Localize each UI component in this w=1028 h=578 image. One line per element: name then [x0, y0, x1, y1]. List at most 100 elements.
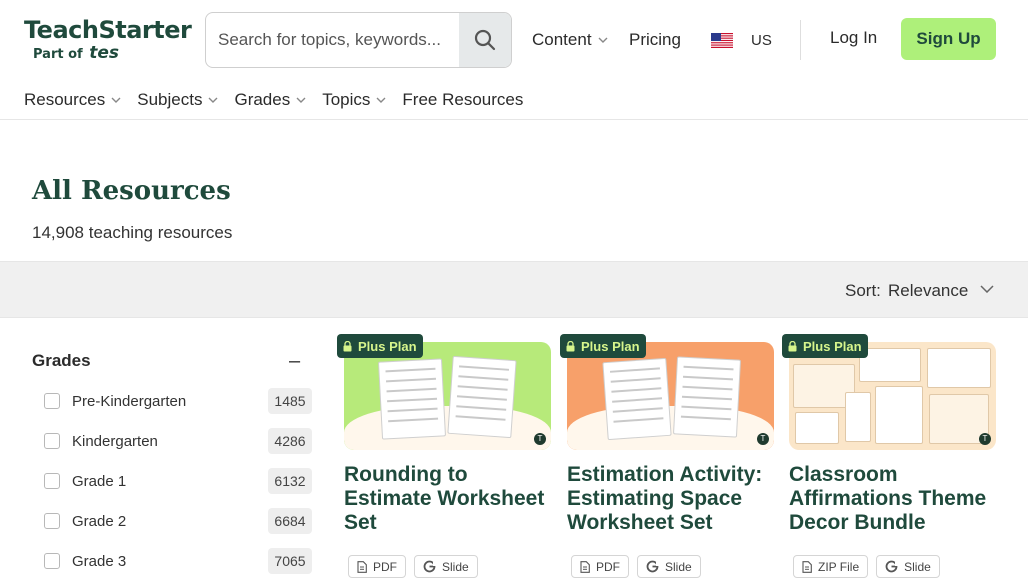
card-title[interactable]: Classroom Affirmations Theme Decor Bundl…: [789, 463, 996, 535]
main-nav-topics[interactable]: Topics: [322, 90, 386, 110]
worksheet-preview: [602, 357, 672, 441]
filter-option[interactable]: Grade 3 7065: [44, 548, 312, 574]
resource-card[interactable]: T Plus Plan Classroom Affirmations Theme…: [782, 334, 996, 578]
signup-button[interactable]: Sign Up: [901, 18, 996, 60]
resource-card[interactable]: T Plus Plan Rounding to Estimate Workshe…: [337, 334, 551, 578]
google-icon: [423, 560, 436, 573]
filter-checkbox[interactable]: [44, 393, 60, 409]
format-slide: Slide: [876, 555, 940, 578]
worksheet-preview: [673, 356, 741, 438]
teachstarter-mark-icon: T: [757, 433, 769, 445]
nav-pricing-label: Pricing: [629, 30, 681, 49]
sort-label: Sort:: [845, 281, 881, 300]
card-title[interactable]: Estimation Activity: Estimating Space Wo…: [567, 463, 774, 535]
filter-label: Pre-Kindergarten: [72, 392, 187, 410]
main-nav-free-resources[interactable]: Free Resources: [402, 90, 523, 110]
filter-option[interactable]: Pre-Kindergarten 1485: [44, 388, 312, 414]
main-nav-label: Topics: [322, 90, 371, 109]
main-nav-grades[interactable]: Grades: [234, 90, 306, 110]
resource-thumbnail[interactable]: T: [344, 342, 551, 450]
format-label: PDF: [373, 559, 397, 574]
file-icon: [580, 560, 590, 573]
filter-count: 1485: [268, 388, 312, 414]
main-nav-resources[interactable]: Resources: [24, 90, 121, 110]
filter-option[interactable]: Grade 2 6684: [44, 508, 312, 534]
page-title: All Resources: [32, 176, 231, 206]
lock-icon: [343, 340, 352, 351]
result-count: 14,908 teaching resources: [32, 223, 233, 242]
teachstarter-mark-icon: T: [534, 433, 546, 445]
format-list: ZIP File Slide: [789, 555, 996, 578]
chevron-down-icon: [208, 97, 218, 103]
filter-label: Grade 2: [72, 512, 127, 530]
region-selector[interactable]: US: [711, 28, 772, 52]
resource-thumbnail[interactable]: T: [789, 342, 996, 450]
filter-checkbox[interactable]: [44, 513, 60, 529]
format-label: Slide: [442, 559, 469, 574]
format-slide: Slide: [414, 555, 478, 578]
badge-label: Plus Plan: [803, 338, 862, 354]
resource-thumbnail[interactable]: T: [567, 342, 774, 450]
chevron-down-icon: [376, 97, 386, 103]
filter-option[interactable]: Kindergarten 4286: [44, 428, 312, 454]
main-nav-label: Subjects: [137, 90, 203, 109]
resource-card[interactable]: T Plus Plan Estimation Activity: Estimat…: [560, 334, 774, 578]
filter-label: Kindergarten: [72, 432, 158, 450]
badge-label: Plus Plan: [581, 338, 640, 354]
format-zip: ZIP File: [793, 555, 869, 578]
main-nav-subjects[interactable]: Subjects: [137, 90, 218, 110]
logo-main-text: TeachStarter: [24, 16, 192, 44]
plus-plan-badge: Plus Plan: [782, 334, 868, 358]
search-input[interactable]: [206, 13, 460, 67]
main-nav-label: Resources: [24, 90, 106, 109]
nav-pricing-link[interactable]: Pricing: [629, 28, 681, 52]
format-list: PDF Slide: [567, 555, 774, 578]
google-icon: [885, 560, 899, 573]
filter-count: 6684: [268, 508, 312, 534]
header-divider: [800, 20, 801, 60]
filter-checkbox[interactable]: [44, 553, 60, 569]
nav-content-menu[interactable]: Content: [532, 28, 608, 52]
nav-content-label: Content: [532, 30, 592, 49]
sort-bar: Sort: Relevance: [0, 261, 1028, 318]
region-label: US: [751, 31, 772, 49]
decor-preview: [795, 412, 839, 444]
format-pdf: PDF: [348, 555, 406, 578]
format-label: PDF: [596, 559, 620, 574]
login-link[interactable]: Log In: [830, 28, 877, 48]
main-nav-label: Free Resources: [402, 90, 524, 109]
filter-option[interactable]: Grade 1 6132: [44, 468, 312, 494]
chevron-down-icon[interactable]: [980, 285, 994, 293]
search-box: [205, 12, 512, 68]
main-nav: Resources Subjects Grades Topics Free Re…: [24, 88, 539, 112]
format-label: Slide: [665, 559, 692, 574]
chevron-down-icon: [296, 97, 306, 103]
filter-checkbox[interactable]: [44, 433, 60, 449]
decor-preview: [875, 386, 923, 444]
sort-select[interactable]: Relevance: [888, 281, 968, 301]
badge-label: Plus Plan: [358, 338, 417, 354]
google-icon: [646, 560, 659, 573]
filter-checkbox[interactable]: [44, 473, 60, 489]
filter-collapse-toggle[interactable]: –: [289, 350, 300, 373]
logo-tes: tes: [89, 43, 120, 63]
format-label: ZIP File: [818, 559, 860, 574]
filter-grades-heading[interactable]: Grades: [32, 351, 91, 371]
chevron-down-icon: [598, 37, 608, 43]
logo-sub-text: Part of tes: [33, 44, 189, 64]
worksheet-preview: [447, 355, 517, 439]
search-button[interactable]: [459, 13, 511, 67]
plus-plan-badge: Plus Plan: [337, 334, 423, 358]
lock-icon: [788, 340, 797, 351]
format-list: PDF Slide: [344, 555, 551, 578]
us-flag-icon: [711, 32, 733, 48]
file-icon: [802, 560, 812, 573]
format-pdf: PDF: [571, 555, 629, 578]
card-title[interactable]: Rounding to Estimate Worksheet Set: [344, 463, 551, 535]
teachstarter-logo[interactable]: TeachStarter Part of tes: [24, 16, 192, 66]
chevron-down-icon: [111, 97, 121, 103]
decor-preview: [859, 348, 921, 382]
filter-label: Grade 3: [72, 552, 127, 570]
page: TeachStarter Part of tes Content Pricing: [0, 0, 1028, 578]
decor-preview: [927, 348, 991, 388]
